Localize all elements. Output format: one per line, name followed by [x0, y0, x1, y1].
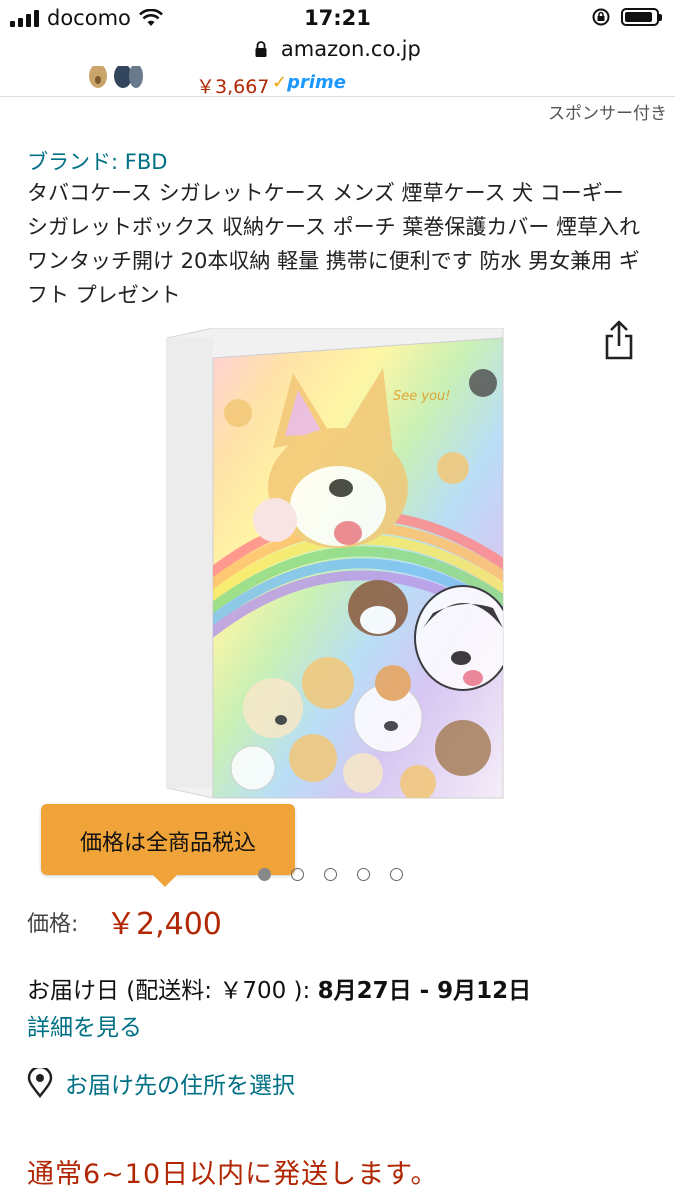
delivery-prefix: お届け日 (配送料: ￥700 ):	[27, 978, 311, 1004]
tax-tooltip: 価格は全商品税込	[41, 804, 295, 887]
rotation-lock-icon	[592, 8, 610, 26]
details-link[interactable]: 詳細を見る	[27, 1008, 142, 1042]
share-icon[interactable]	[603, 320, 635, 362]
carousel-dot[interactable]	[258, 868, 271, 881]
tax-tooltip-text: 価格は全商品税込	[79, 831, 256, 856]
price-value: ￥2,400	[106, 907, 222, 942]
shipping-note: 通常6~10日以内に発送します。	[27, 1159, 439, 1190]
lock-icon	[255, 41, 267, 57]
carousel-dot[interactable]	[324, 868, 337, 881]
image-carousel-dots[interactable]	[258, 868, 403, 881]
status-right	[591, 7, 662, 27]
carousel-dot[interactable]	[291, 868, 304, 881]
status-bar: docomo 17:21	[0, 0, 675, 36]
status-time: 17:21	[304, 6, 371, 30]
select-address-label: お届け先の住所を選択	[65, 1073, 295, 1099]
battery-icon	[621, 8, 662, 26]
product-title: タバコケース シガレットケース メンズ 煙草ケース 犬 コーギー シガレットボッ…	[27, 181, 641, 307]
price-label: 価格:	[27, 912, 79, 937]
product-image-text: See you!	[393, 389, 450, 404]
select-address-link[interactable]: お届け先の住所を選択	[27, 1066, 295, 1100]
url-bar[interactable]: amazon.co.jp	[0, 36, 675, 66]
url-domain: amazon.co.jp	[280, 37, 421, 61]
carousel-dot[interactable]	[357, 868, 370, 881]
sponsored-label: スポンサー付き	[548, 104, 667, 124]
sponsored-product-thumbnail[interactable]	[78, 66, 156, 90]
delivery-dates: 8月27日 - 9月12日	[317, 978, 532, 1004]
product-image[interactable]: See you!	[163, 328, 511, 818]
brand-link[interactable]: ブランド: FBD	[27, 146, 167, 176]
sponsored-product-price: ￥3,667	[196, 76, 270, 97]
prime-check-icon: ✓	[272, 72, 288, 93]
location-pin-icon	[27, 1068, 53, 1098]
carousel-dot[interactable]	[390, 868, 403, 881]
sponsored-product-strip[interactable]: ￥3,667 ✓prime	[0, 66, 675, 97]
prime-badge: ✓prime	[272, 72, 346, 93]
delivery-info: お届け日 (配送料: ￥700 ): 8月27日 - 9月12日	[27, 971, 531, 1005]
